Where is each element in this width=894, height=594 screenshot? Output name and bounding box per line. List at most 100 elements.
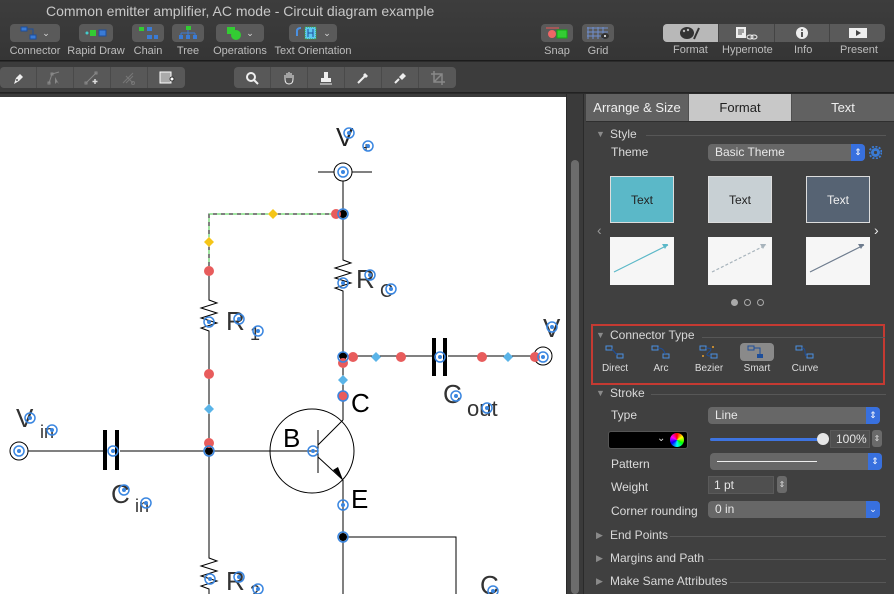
connector-type-smart[interactable]: Smart (735, 343, 779, 374)
present-toggle[interactable] (830, 24, 885, 42)
stroke-type-select[interactable]: Line ⇕ (708, 407, 880, 424)
connector-type-direct[interactable]: Direct (593, 343, 637, 374)
junctions (205, 210, 347, 541)
gear-icon[interactable] (869, 146, 882, 159)
opacity-slider-knob[interactable] (817, 433, 829, 445)
rapid-draw-button[interactable]: Rapid Draw (67, 24, 125, 57)
add-point-icon (84, 71, 98, 84)
resistor-r2[interactable] (199, 451, 219, 594)
chevron-left-icon[interactable]: ‹ (597, 222, 602, 238)
selected-connector-r1-vplus[interactable] (208, 213, 343, 270)
eyedropper-tool[interactable] (345, 67, 382, 88)
style-tile[interactable]: Text (806, 176, 870, 223)
disclosure-down-icon: ▼ (596, 129, 605, 139)
page-dot[interactable] (757, 299, 764, 306)
vertical-scrollbar[interactable] (566, 94, 583, 594)
line-style-preview (809, 244, 865, 273)
r1-label[interactable]: R (226, 306, 245, 336)
line-style-tile[interactable] (806, 237, 870, 285)
page-dot[interactable] (744, 299, 751, 306)
snap-button[interactable]: Snap (540, 24, 574, 57)
tab-format[interactable]: Format (689, 94, 792, 121)
updown-arrows-icon: ⇕ (851, 144, 865, 161)
add-point-tool[interactable] (74, 67, 111, 88)
style-section-header[interactable]: ▼ Style (596, 127, 637, 141)
present-icon (848, 28, 867, 38)
edit-points-tool[interactable] (37, 67, 74, 88)
crop-tool[interactable] (419, 67, 456, 88)
stroke-type-value: Line (715, 408, 738, 422)
opacity-stepper[interactable]: ⇕ (872, 430, 882, 447)
grid-button[interactable]: Grid (582, 24, 614, 57)
inspector-tabs: Arrange & Size Format Text (586, 94, 894, 122)
grid-icon (587, 27, 609, 39)
canvas-area: V + R C R 1 C out C B E C V in C in R 2 (0, 94, 583, 594)
wire[interactable] (343, 536, 457, 594)
format-painter-tool[interactable] (382, 67, 419, 88)
line-style-tile[interactable] (610, 237, 674, 285)
margins-path-section-header[interactable]: ▶ Margins and Path (596, 551, 704, 565)
connector-type-curve[interactable]: Curve (783, 343, 827, 374)
format-toggle[interactable] (663, 24, 719, 42)
operations-button[interactable]: ⌄ Operations (212, 24, 268, 57)
tab-arrange-size[interactable]: Arrange & Size (586, 94, 689, 121)
make-same-attributes-section-header[interactable]: ▶ Make Same Attributes (596, 574, 727, 588)
pen-tool[interactable] (0, 67, 37, 88)
operations-icon (227, 27, 242, 40)
chain-button[interactable]: Chain (131, 24, 165, 57)
connection-points[interactable] (13, 127, 558, 594)
text-orientation-button[interactable]: ⌄ Text Orientation (273, 24, 353, 57)
pattern-select[interactable]: ⇕ (710, 453, 882, 470)
connector-type-bezier[interactable]: Bezier (687, 343, 731, 374)
cut-path-tool[interactable] (111, 67, 148, 88)
tree-icon (179, 26, 197, 39)
tab-text[interactable]: Text (792, 94, 894, 121)
style-tile-text: Text (826, 192, 849, 207)
weight-stepper[interactable]: ⇕ (777, 476, 787, 493)
image-frame-tool[interactable] (148, 67, 185, 88)
connector-button[interactable]: ⌄ Connector (8, 24, 62, 57)
connector-type-header[interactable]: ▼ Connector Type (596, 328, 695, 342)
hypernote-label: Hypernote (722, 44, 773, 56)
divider (730, 582, 886, 583)
stroke-section-header[interactable]: ▼ Stroke (596, 386, 645, 400)
corner-rounding-label: Corner rounding (611, 504, 698, 518)
stamp-tool[interactable] (308, 67, 345, 88)
chevron-down-icon: ⌄ (246, 27, 254, 38)
color-wheel-icon[interactable] (670, 433, 684, 447)
corner-rounding-select[interactable]: 0 in ⌄ (708, 501, 880, 518)
end-points-section-header[interactable]: ▶ End Points (596, 528, 668, 542)
hypernote-toggle[interactable] (719, 24, 775, 42)
weight-field[interactable]: 1 pt (708, 476, 774, 494)
pattern-preview (717, 461, 817, 462)
info-toggle[interactable] (775, 24, 831, 42)
line-style-tile[interactable] (708, 237, 772, 285)
hypernote-icon (736, 27, 758, 40)
app-window: Common emitter amplifier, AC mode - Circ… (0, 0, 894, 594)
disclosure-right-icon: ▶ (596, 575, 603, 586)
page-dot[interactable] (731, 299, 738, 306)
style-tile[interactable]: Text (708, 176, 772, 223)
hand-tool[interactable] (271, 67, 308, 88)
opacity-field[interactable]: 100% (830, 430, 870, 448)
divider (708, 559, 886, 560)
opacity-slider[interactable] (710, 438, 822, 441)
resistor-r1[interactable] (199, 270, 219, 451)
zoom-tool[interactable] (234, 67, 271, 88)
ce-label[interactable]: C (480, 570, 499, 594)
scrollbar-thumb[interactable] (571, 160, 579, 594)
connector-type-arc[interactable]: Arc (639, 343, 683, 374)
chevron-right-icon[interactable]: › (874, 222, 879, 238)
drawing-tools-group (0, 67, 185, 88)
cout-label[interactable]: C (443, 379, 462, 409)
title-bar: Common emitter amplifier, AC mode - Circ… (0, 0, 894, 61)
capacitor-cin-plate[interactable] (103, 430, 107, 470)
style-tile[interactable]: Text (610, 176, 674, 223)
grid-label: Grid (587, 45, 609, 57)
stamp-icon (320, 71, 332, 84)
tree-button[interactable]: Tree (172, 24, 204, 57)
theme-select[interactable]: Basic Theme ⇕ (708, 144, 865, 161)
operations-label: Operations (213, 45, 267, 57)
drawing-toolbar: − + (0, 62, 894, 145)
diagram-canvas[interactable]: V + R C R 1 C out C B E C V in C in R 2 (0, 97, 566, 594)
